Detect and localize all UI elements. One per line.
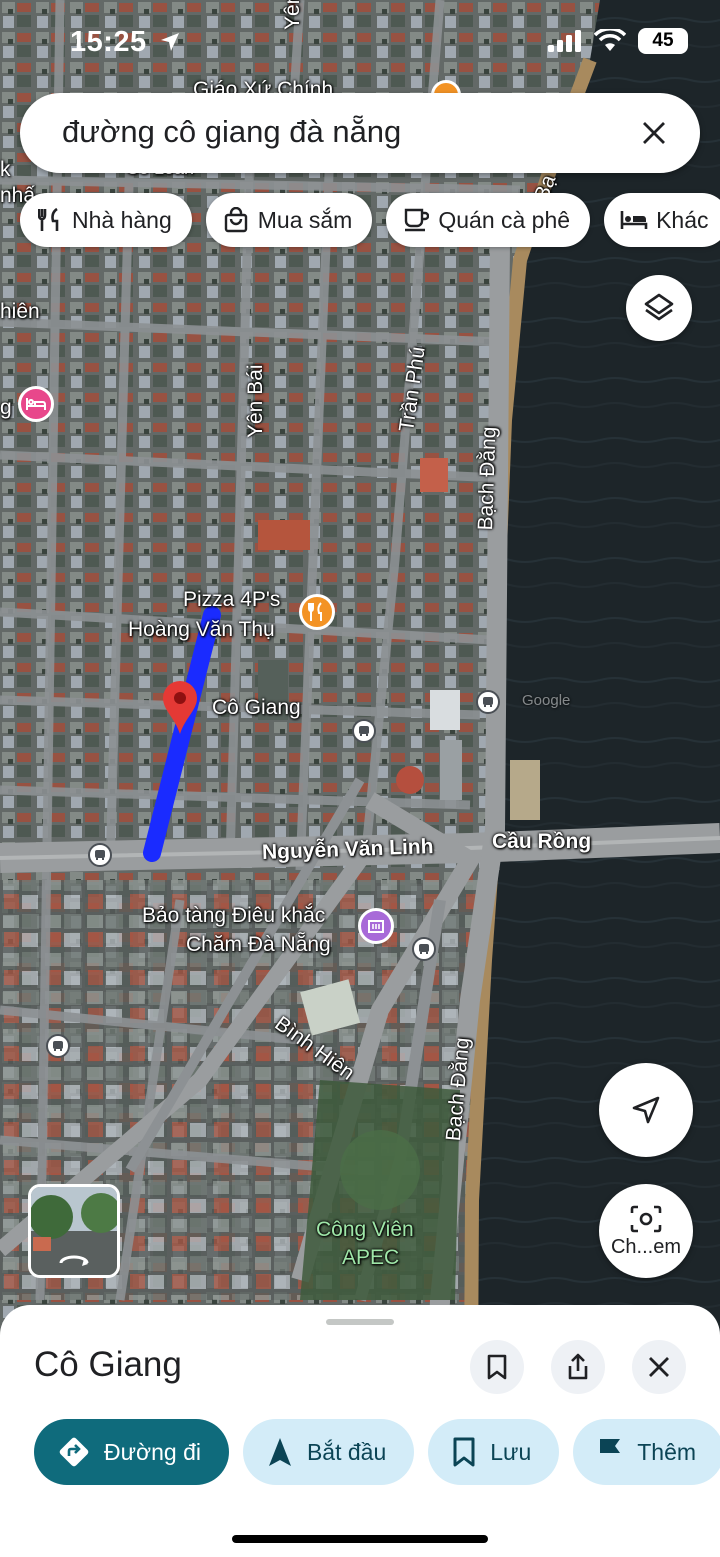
my-location-button[interactable] (599, 1063, 693, 1157)
search-bar[interactable]: đường cô giang đà nẵng (20, 93, 700, 173)
share-button[interactable] (551, 1340, 605, 1394)
place-actions: Đường đi Bắt đầu Lưu Thêm (34, 1419, 720, 1485)
map-label-co-giang: Cô Giang (212, 696, 301, 719)
chip-coffee[interactable]: Quán cà phê (386, 193, 591, 247)
map-label-bao-tang: Bảo tàng Điêu khắc (142, 904, 326, 927)
chip-restaurants[interactable]: Nhà hàng (20, 193, 192, 247)
close-icon (649, 1357, 669, 1377)
status-time: 15:25 (70, 26, 181, 59)
start-label: Bắt đầu (306, 1438, 387, 1465)
directions-icon (59, 1437, 89, 1467)
start-button[interactable]: Bắt đầu (242, 1419, 415, 1485)
navigation-arrow-icon (268, 1438, 291, 1466)
map-label-k: k (0, 158, 11, 181)
bed-icon (26, 398, 46, 410)
coffee-cup-icon (402, 206, 430, 234)
bus-stop-icon[interactable] (352, 719, 376, 743)
chip-shopping-label: Mua sắm (257, 206, 353, 233)
fork-knife-icon (36, 206, 64, 234)
lens-button-label: Ch...em (610, 1235, 682, 1258)
wifi-icon (594, 29, 626, 51)
street-view-thumbnail[interactable] (28, 1184, 120, 1278)
more-label: Thêm (637, 1438, 697, 1465)
map-watermark: Google (522, 692, 571, 709)
clear-search-button[interactable] (632, 111, 676, 155)
flag-icon (600, 1439, 621, 1466)
status-bar: 15:25 45 (0, 22, 720, 66)
battery-indicator: 45 (638, 28, 688, 54)
map-label-yen-bai: Yên Bái (244, 364, 267, 438)
restaurant-pin[interactable] (299, 594, 335, 630)
save-place-button[interactable] (470, 1340, 524, 1394)
shopping-bag-icon (222, 206, 250, 234)
place-sheet[interactable]: Cô Giang Đường đi Bắt đầu Lưu Thêm (0, 1305, 720, 1557)
directions-label: Đường đi (104, 1438, 201, 1465)
museum-icon (368, 920, 384, 933)
category-chips: Nhà hàng Mua sắm Quán cà phê Khác (20, 193, 720, 247)
camera-search-icon (630, 1205, 662, 1232)
chip-hotels-label: Khác (656, 206, 709, 233)
directions-button[interactable]: Đường đi (34, 1419, 229, 1485)
bus-stop-icon[interactable] (476, 690, 500, 714)
chip-shopping[interactable]: Mua sắm (205, 193, 373, 247)
status-time-text: 15:25 (70, 26, 147, 58)
fork-knife-icon (308, 602, 322, 621)
place-title: Cô Giang (34, 1345, 182, 1384)
share-icon (568, 1353, 588, 1380)
chip-restaurants-label: Nhà hàng (72, 206, 172, 233)
save-label: Lưu (490, 1438, 532, 1465)
sheet-drag-handle[interactable] (326, 1319, 394, 1325)
map-label-hoang-van-thu: Hoàng Văn Thụ (128, 618, 275, 641)
bus-stop-icon[interactable] (412, 937, 436, 961)
close-icon (643, 122, 665, 144)
map-label-bach-dang: Bạch Đằng (474, 426, 501, 531)
map-label-cham-da-nang: Chăm Đà Nẵng (186, 933, 331, 956)
map-label-hien: hiên (0, 300, 40, 323)
layers-button[interactable] (626, 275, 692, 341)
map-label-g: g (0, 396, 12, 419)
map-label-apec: APEC (342, 1246, 400, 1269)
bus-stop-icon[interactable] (46, 1034, 70, 1058)
bus-stop-icon[interactable] (88, 843, 112, 867)
lens-button[interactable]: Ch...em (599, 1184, 693, 1278)
signal-icon (548, 30, 581, 52)
home-indicator[interactable] (232, 1535, 488, 1543)
chip-hotels[interactable]: Khác (604, 193, 720, 247)
layers-icon (644, 293, 674, 321)
map-label-cau-rong: Cầu Rồng (492, 830, 592, 853)
save-button[interactable]: Lưu (428, 1419, 560, 1485)
more-button[interactable]: Thêm (573, 1419, 720, 1485)
bookmark-icon (453, 1437, 475, 1467)
navigation-arrow-icon (632, 1096, 660, 1124)
map-label-pizza: Pizza 4P's (183, 588, 281, 611)
chip-coffee-label: Quán cà phê (438, 206, 571, 233)
location-arrow-icon (161, 33, 180, 51)
bed-icon (620, 206, 648, 234)
close-sheet-button[interactable] (632, 1340, 686, 1394)
hotel-pin[interactable] (18, 386, 54, 422)
bookmark-icon (487, 1354, 507, 1380)
street-view-image (31, 1187, 117, 1275)
map-label-cong-vien: Công Viên (316, 1218, 414, 1241)
museum-pin[interactable] (358, 908, 394, 944)
search-query[interactable]: đường cô giang đà nẵng (62, 114, 401, 150)
